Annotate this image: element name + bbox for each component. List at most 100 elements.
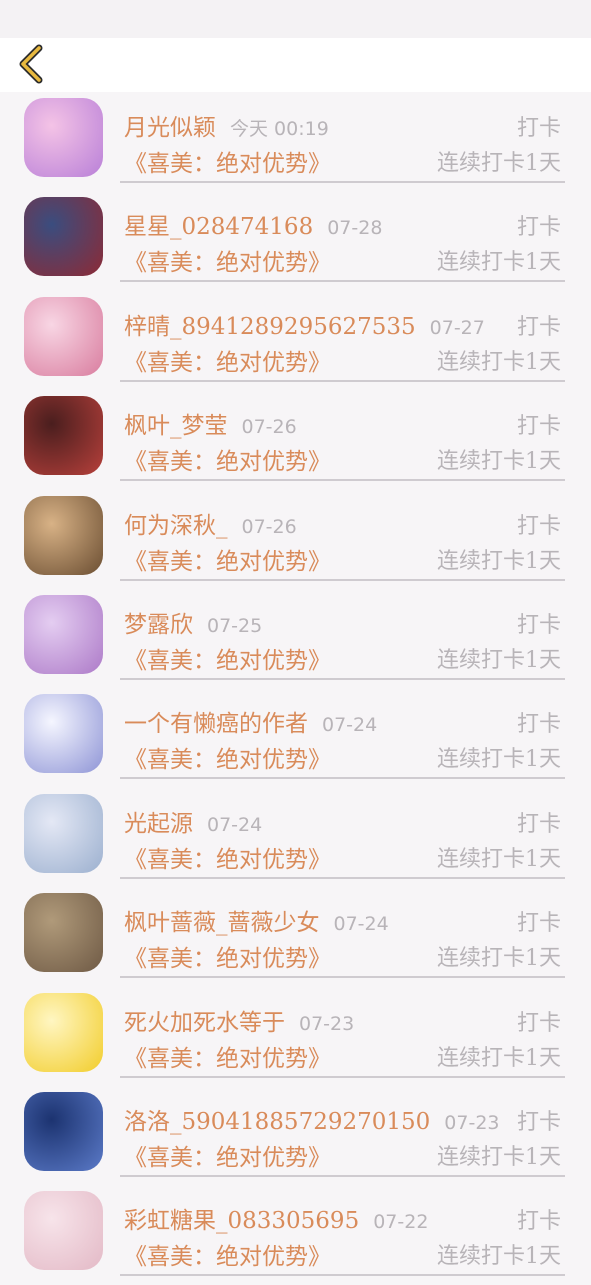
- streak-label: 连续打卡1天: [437, 250, 561, 276]
- checkin-date: 07-24: [333, 913, 389, 936]
- checkin-label: 打卡: [516, 911, 561, 937]
- checkin-date: 07-25: [207, 614, 263, 637]
- user-name[interactable]: 梦露欣 07-25: [124, 605, 262, 639]
- list-item[interactable]: 彩虹糖果_083305695 07-22 打卡 《喜美：绝对优势》 连续打卡1天: [0, 1185, 591, 1284]
- user-name[interactable]: 梓晴_8941289295627535 07-27: [124, 307, 485, 341]
- list-item[interactable]: 月光似颖 今天 00:19 打卡 《喜美：绝对优势》 连续打卡1天: [0, 92, 591, 191]
- checkin-date: 07-23: [299, 1012, 355, 1035]
- avatar[interactable]: [24, 594, 103, 674]
- back-button[interactable]: [12, 44, 52, 86]
- book-title[interactable]: 《喜美：绝对优势》: [124, 840, 331, 874]
- divider: [120, 479, 565, 482]
- divider: [120, 379, 565, 382]
- divider: [120, 876, 565, 879]
- book-title[interactable]: 《喜美：绝对优势》: [124, 641, 331, 675]
- checkin-date: 07-24: [322, 714, 378, 737]
- book-title[interactable]: 《喜美：绝对优势》: [124, 442, 331, 476]
- user-name-text[interactable]: 枫叶蔷薇_蔷薇少女: [124, 910, 320, 936]
- list-item[interactable]: 枫叶蔷薇_蔷薇少女 07-24 打卡 《喜美：绝对优势》 连续打卡1天: [0, 887, 591, 986]
- top-bar: [0, 38, 591, 92]
- list-item[interactable]: 洛洛_59041885729270150 07-23 打卡 《喜美：绝对优势》 连…: [0, 1086, 591, 1185]
- list-item[interactable]: 星星_028474168 07-28 打卡 《喜美：绝对优势》 连续打卡1天: [0, 191, 591, 290]
- user-name[interactable]: 何为深秋_ 07-26: [124, 506, 297, 540]
- avatar[interactable]: [24, 1091, 103, 1171]
- book-title[interactable]: 《喜美：绝对优势》: [124, 1237, 331, 1271]
- avatar[interactable]: [24, 197, 103, 277]
- streak-label: 连续打卡1天: [437, 1144, 561, 1170]
- user-name[interactable]: 枫叶_梦莹 07-26: [124, 406, 297, 440]
- list-item[interactable]: 何为深秋_ 07-26 打卡 《喜美：绝对优势》 连续打卡1天: [0, 490, 591, 589]
- avatar[interactable]: [24, 98, 103, 177]
- streak-label: 连续打卡1天: [437, 1045, 561, 1071]
- user-name-text[interactable]: 梦露欣: [124, 612, 193, 638]
- checkin-label: 打卡: [516, 811, 561, 837]
- list-item[interactable]: 梦露欣 07-25 打卡 《喜美：绝对优势》 连续打卡1天: [0, 589, 591, 688]
- streak-label: 连续打卡1天: [437, 151, 561, 176]
- checkin-date: 07-26: [241, 416, 297, 439]
- checkin-label: 打卡: [516, 1109, 561, 1135]
- checkin-label: 打卡: [516, 612, 561, 638]
- streak-label: 连续打卡1天: [437, 846, 561, 872]
- streak-label: 连续打卡1天: [437, 946, 561, 972]
- avatar[interactable]: [24, 992, 103, 1072]
- divider: [120, 1274, 565, 1277]
- divider: [120, 181, 565, 183]
- checkin-list: 月光似颖 今天 00:19 打卡 《喜美：绝对优势》 连续打卡1天 星星_0284…: [0, 92, 591, 1285]
- user-name[interactable]: 枫叶蔷薇_蔷薇少女 07-24: [124, 903, 389, 937]
- book-title[interactable]: 《喜美：绝对优势》: [124, 1138, 331, 1172]
- user-name-text[interactable]: 月光似颖: [124, 115, 216, 141]
- divider: [120, 677, 565, 680]
- book-title[interactable]: 《喜美：绝对优势》: [124, 144, 331, 178]
- book-title[interactable]: 《喜美：绝对优势》: [124, 243, 331, 277]
- user-name-text[interactable]: 枫叶_梦莹: [124, 413, 228, 439]
- avatar[interactable]: [24, 495, 103, 575]
- user-name[interactable]: 星星_028474168 07-28: [124, 207, 382, 241]
- avatar[interactable]: [24, 694, 103, 774]
- user-name-text[interactable]: 彩虹糖果_083305695: [124, 1208, 359, 1234]
- checkin-date: 07-24: [207, 813, 263, 836]
- checkin-label: 打卡: [516, 712, 561, 738]
- user-name-text[interactable]: 光起源: [124, 811, 193, 837]
- divider: [120, 1075, 565, 1078]
- user-name-text[interactable]: 死火加死水等于: [124, 1010, 285, 1036]
- streak-label: 连续打卡1天: [437, 747, 561, 773]
- avatar[interactable]: [24, 793, 103, 873]
- divider: [120, 777, 565, 780]
- checkin-date: 07-23: [444, 1111, 500, 1134]
- checkin-date: 07-27: [429, 316, 485, 339]
- avatar[interactable]: [24, 1191, 103, 1271]
- user-name[interactable]: 月光似颖 今天 00:19: [124, 108, 329, 142]
- user-name[interactable]: 光起源 07-24: [124, 804, 262, 838]
- list-item[interactable]: 光起源 07-24 打卡 《喜美：绝对优势》 连续打卡1天: [0, 788, 591, 887]
- checkin-label: 打卡: [516, 314, 561, 340]
- book-title[interactable]: 《喜美：绝对优势》: [124, 1039, 331, 1073]
- book-title[interactable]: 《喜美：绝对优势》: [124, 542, 331, 576]
- divider: [120, 280, 565, 283]
- user-name-text[interactable]: 梓晴_8941289295627535: [124, 314, 416, 340]
- user-name-text[interactable]: 星星_028474168: [124, 214, 313, 240]
- user-name-text[interactable]: 一个有懒癌的作者: [124, 711, 308, 737]
- list-item[interactable]: 梓晴_8941289295627535 07-27 打卡 《喜美：绝对优势》 连续…: [0, 291, 591, 390]
- user-name[interactable]: 彩虹糖果_083305695 07-22: [124, 1201, 428, 1235]
- streak-label: 连续打卡1天: [437, 647, 561, 673]
- list-item[interactable]: 一个有懒癌的作者 07-24 打卡 《喜美：绝对优势》 连续打卡1天: [0, 688, 591, 787]
- book-title[interactable]: 《喜美：绝对优势》: [124, 740, 331, 774]
- streak-label: 连续打卡1天: [437, 349, 561, 375]
- status-bar: [0, 0, 591, 38]
- list-item[interactable]: 枫叶_梦莹 07-26 打卡 《喜美：绝对优势》 连续打卡1天: [0, 390, 591, 489]
- avatar[interactable]: [24, 396, 103, 476]
- user-name[interactable]: 死火加死水等于 07-23: [124, 1003, 354, 1037]
- user-name-text[interactable]: 洛洛_59041885729270150: [124, 1109, 430, 1135]
- streak-label: 连续打卡1天: [437, 548, 561, 574]
- user-name[interactable]: 一个有懒癌的作者 07-24: [124, 704, 377, 738]
- list-item[interactable]: 死火加死水等于 07-23 打卡 《喜美：绝对优势》 连续打卡1天: [0, 987, 591, 1086]
- checkin-date: 今天 00:19: [230, 118, 329, 140]
- checkin-date: 07-26: [241, 515, 297, 538]
- user-name-text[interactable]: 何为深秋_: [124, 513, 228, 539]
- book-title[interactable]: 《喜美：绝对优势》: [124, 343, 331, 377]
- checkin-label: 打卡: [516, 1010, 561, 1036]
- user-name[interactable]: 洛洛_59041885729270150 07-23: [124, 1102, 500, 1136]
- book-title[interactable]: 《喜美：绝对优势》: [124, 939, 331, 973]
- avatar[interactable]: [24, 893, 103, 973]
- avatar[interactable]: [24, 296, 103, 376]
